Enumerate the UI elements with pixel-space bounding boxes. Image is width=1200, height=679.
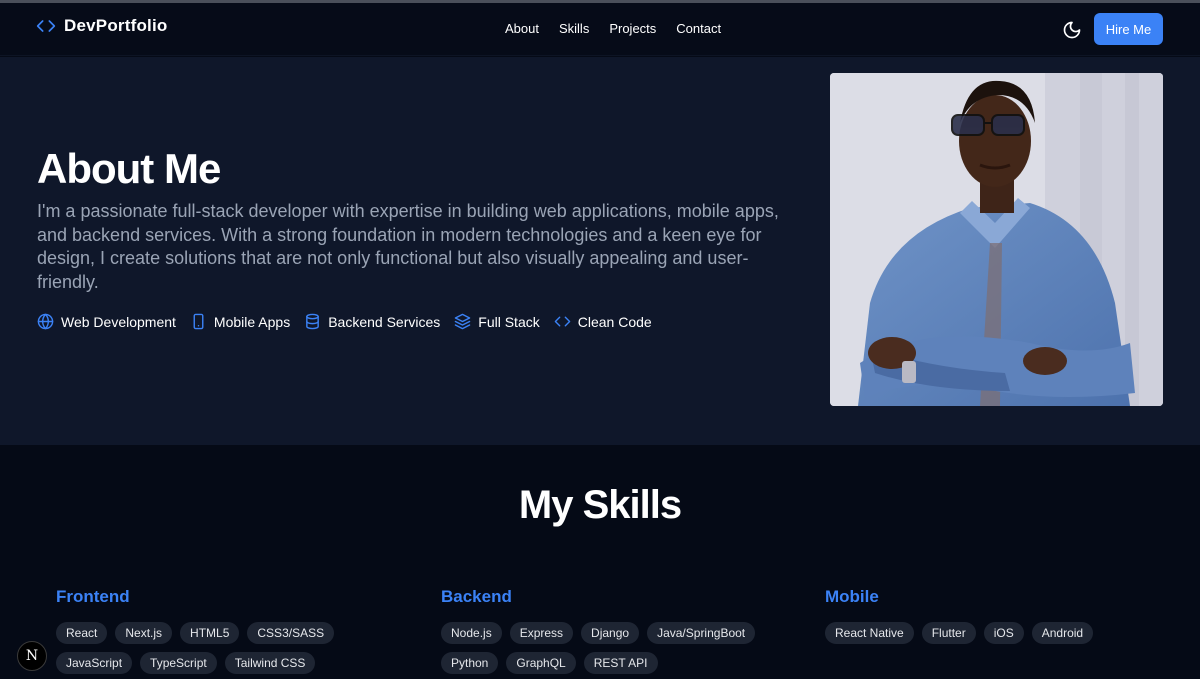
- skill-chip: React Native: [825, 622, 914, 644]
- moon-icon[interactable]: [1062, 20, 1082, 40]
- skill-heading: Backend: [441, 587, 512, 606]
- tag-mobile-apps: Mobile Apps: [190, 313, 290, 330]
- skill-chips: React Native Flutter iOS Android: [825, 622, 1155, 644]
- tag-full-stack: Full Stack: [454, 313, 540, 330]
- skill-chip: GraphQL: [506, 652, 576, 674]
- skill-chip: React: [56, 622, 108, 644]
- nav-links: About Skills Projects Contact: [505, 21, 721, 36]
- about-section: About Me I'm a passionate full-stack dev…: [0, 57, 1200, 445]
- navbar: DevPortfolio About Skills Projects Conta…: [0, 3, 1200, 56]
- layers-icon: [454, 313, 471, 330]
- nav-link-skills[interactable]: Skills: [559, 21, 589, 36]
- skill-chip: iOS: [983, 622, 1024, 644]
- nav-link-about[interactable]: About: [505, 21, 539, 36]
- skill-chip: JavaScript: [56, 652, 133, 674]
- about-title: About Me: [37, 145, 221, 192]
- skill-chip: Next.js: [115, 622, 173, 644]
- skill-column-frontend: Frontend React Next.js HTML5 CSS3/SASS J…: [56, 587, 386, 674]
- nav-link-projects[interactable]: Projects: [609, 21, 656, 36]
- tag-clean-code: Clean Code: [554, 313, 652, 330]
- tag-label: Mobile Apps: [213, 313, 291, 330]
- nav-link-contact[interactable]: Contact: [676, 21, 721, 36]
- skills-title: My Skills: [518, 483, 682, 527]
- skill-heading: Mobile: [825, 587, 879, 606]
- skill-chip: Java/SpringBoot: [647, 622, 756, 644]
- code-icon: [554, 316, 571, 327]
- skill-heading: Frontend: [56, 587, 130, 606]
- nextjs-dev-badge[interactable]: N: [17, 641, 47, 671]
- brand-name: DevPortfolio: [64, 16, 168, 35]
- tag-label: Full Stack: [478, 313, 540, 330]
- tag-label: Web Development: [61, 313, 176, 330]
- skill-chip: TypeScript: [140, 652, 217, 674]
- skill-column-mobile: Mobile React Native Flutter iOS Android: [825, 587, 1155, 644]
- skill-chip: REST API: [583, 652, 658, 674]
- skill-chip: Express: [509, 622, 574, 644]
- skill-chip: CSS3/SASS: [247, 622, 335, 644]
- hire-me-button[interactable]: Hire Me: [1094, 13, 1163, 45]
- skill-chip: Node.js: [441, 622, 502, 644]
- skill-chip: Android: [1031, 622, 1094, 644]
- code-icon: [36, 20, 56, 32]
- specialty-tags: Web Development Mobile Apps Backend Serv…: [37, 313, 652, 330]
- smartphone-icon: [193, 313, 204, 330]
- portrait-illustration: [830, 73, 1163, 406]
- skill-chip: Python: [441, 652, 499, 674]
- tag-web-development: Web Development: [37, 313, 176, 330]
- skill-chip: HTML5: [180, 622, 240, 644]
- tag-backend-services: Backend Services: [304, 313, 440, 330]
- skill-chip: Flutter: [921, 622, 976, 644]
- database-icon: [306, 313, 320, 330]
- profile-photo: [830, 73, 1163, 406]
- about-description: I'm a passionate full-stack developer wi…: [37, 201, 779, 292]
- skill-column-backend: Backend Node.js Express Django Java/Spri…: [441, 587, 771, 674]
- skill-chips: React Next.js HTML5 CSS3/SASS JavaScript…: [56, 622, 386, 674]
- skill-chip: Django: [581, 622, 640, 644]
- globe-icon: [37, 313, 54, 330]
- tag-label: Backend Services: [328, 313, 441, 330]
- skill-chips: Node.js Express Django Java/SpringBoot P…: [441, 622, 771, 674]
- brand-logo[interactable]: DevPortfolio: [36, 16, 167, 36]
- tag-label: Clean Code: [577, 313, 652, 330]
- skill-chip: Tailwind CSS: [224, 652, 316, 674]
